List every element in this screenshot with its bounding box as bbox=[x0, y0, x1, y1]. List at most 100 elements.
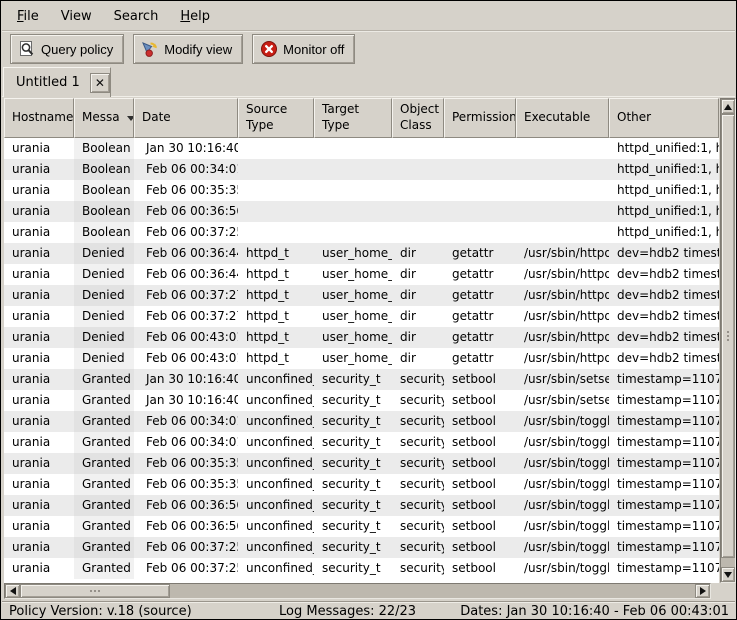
tab-label: Untitled 1 bbox=[16, 75, 80, 90]
cell-hostname: urania bbox=[4, 159, 74, 180]
cell-message: Granted bbox=[74, 453, 134, 474]
log-row[interactable]: urania Granted Feb 06 00:35:35 unconfine… bbox=[4, 453, 719, 474]
cell-date: Jan 30 10:16:40 bbox=[134, 138, 238, 159]
cell-target-type: security_t bbox=[314, 537, 392, 558]
cell-target-type: security_t bbox=[314, 369, 392, 390]
log-row[interactable]: urania Boolean Feb 06 00:35:35 httpd_uni… bbox=[4, 180, 719, 201]
cell-other: dev=hdb2 timesta bbox=[609, 306, 719, 327]
log-row[interactable]: urania Granted Feb 06 00:34:01 unconfine… bbox=[4, 411, 719, 432]
log-row[interactable]: urania Granted Jan 30 10:16:40 unconfine… bbox=[4, 390, 719, 411]
log-row[interactable]: urania Denied Feb 06 00:43:01 httpd_t us… bbox=[4, 348, 719, 369]
cell-other: timestamp=11076 bbox=[609, 495, 719, 516]
log-row[interactable]: urania Granted Feb 06 00:36:56 unconfine… bbox=[4, 495, 719, 516]
cell-hostname: urania bbox=[4, 243, 74, 264]
cell-permission: setbool bbox=[444, 453, 516, 474]
log-row[interactable]: urania Boolean Feb 06 00:34:01 httpd_uni… bbox=[4, 159, 719, 180]
cell-other: httpd_unified:1, h bbox=[609, 159, 719, 180]
cell-permission: setbool bbox=[444, 558, 516, 579]
query-policy-label: Query policy bbox=[41, 42, 113, 57]
modify-view-button[interactable]: Modify view bbox=[133, 34, 243, 64]
query-policy-button[interactable]: Query policy bbox=[10, 34, 124, 64]
cell-hostname: urania bbox=[4, 390, 74, 411]
cell-object-class: security bbox=[392, 516, 444, 537]
cell-other: httpd_unified:1, h bbox=[609, 201, 719, 222]
vertical-scrollbar-thumb[interactable] bbox=[721, 114, 735, 558]
log-row[interactable]: urania Denied Feb 06 00:37:27 httpd_t us… bbox=[4, 285, 719, 306]
cell-source-type: unconfined_ bbox=[238, 516, 314, 537]
log-row[interactable]: urania Denied Feb 06 00:37:27 httpd_t us… bbox=[4, 306, 719, 327]
cell-other: httpd_unified:1, h bbox=[609, 180, 719, 201]
column-header-permission[interactable]: Permission bbox=[444, 98, 516, 138]
cell-permission: setbool bbox=[444, 516, 516, 537]
scroll-right-button[interactable] bbox=[695, 584, 710, 598]
cell-executable: /usr/sbin/toggle bbox=[516, 453, 609, 474]
monitor-off-button[interactable]: Monitor off bbox=[252, 34, 355, 64]
log-row[interactable]: urania Granted Feb 06 00:36:56 unconfine… bbox=[4, 516, 719, 537]
cell-source-type bbox=[238, 159, 314, 180]
scroll-left-button[interactable] bbox=[5, 584, 20, 598]
cell-executable bbox=[516, 138, 609, 159]
cell-target-type: user_home_ bbox=[314, 327, 392, 348]
column-header-target-type[interactable]: Target Type bbox=[314, 98, 392, 138]
menu-search[interactable]: Search bbox=[105, 6, 168, 27]
column-header-object-class[interactable]: Object Class bbox=[392, 98, 444, 138]
log-row[interactable]: urania Boolean Feb 06 00:37:25 httpd_uni… bbox=[4, 222, 719, 243]
log-row[interactable]: urania Denied Feb 06 00:43:01 httpd_t us… bbox=[4, 327, 719, 348]
cell-source-type: httpd_t bbox=[238, 348, 314, 369]
cell-source-type: httpd_t bbox=[238, 285, 314, 306]
menu-view[interactable]: View bbox=[52, 6, 101, 27]
menu-file[interactable]: File bbox=[8, 6, 48, 27]
cell-hostname: urania bbox=[4, 222, 74, 243]
scroll-up-button[interactable] bbox=[721, 99, 735, 114]
cell-other: timestamp=11076 bbox=[609, 537, 719, 558]
cell-source-type: unconfined_ bbox=[238, 453, 314, 474]
log-row[interactable]: urania Denied Feb 06 00:36:44 httpd_t us… bbox=[4, 243, 719, 264]
cell-object-class bbox=[392, 180, 444, 201]
cell-permission bbox=[444, 222, 516, 243]
log-row[interactable]: urania Boolean Jan 30 10:16:40 httpd_uni… bbox=[4, 138, 719, 159]
cell-message: Denied bbox=[74, 306, 134, 327]
log-row[interactable]: urania Granted Feb 06 00:34:01 unconfine… bbox=[4, 432, 719, 453]
cell-executable: /usr/sbin/httpd bbox=[516, 348, 609, 369]
log-table-header: Hostname Messa Date Source Type Target T… bbox=[4, 98, 719, 138]
cell-object-class: security bbox=[392, 411, 444, 432]
log-row[interactable]: urania Granted Jan 30 10:16:40 unconfine… bbox=[4, 369, 719, 390]
cell-source-type: unconfined_ bbox=[238, 432, 314, 453]
cell-date: Feb 06 00:34:01 bbox=[134, 432, 238, 453]
column-header-hostname[interactable]: Hostname bbox=[4, 98, 74, 138]
cell-object-class: security bbox=[392, 558, 444, 579]
cell-date: Feb 06 00:34:01 bbox=[134, 159, 238, 180]
column-label: Target Type bbox=[322, 102, 387, 133]
column-header-message[interactable]: Messa bbox=[74, 98, 134, 138]
cell-permission: setbool bbox=[444, 537, 516, 558]
column-header-executable[interactable]: Executable bbox=[516, 98, 609, 138]
tab-untitled-1[interactable]: Untitled 1 ✕ bbox=[3, 67, 111, 97]
cell-date: Feb 06 00:36:44 bbox=[134, 243, 238, 264]
column-header-date[interactable]: Date bbox=[134, 98, 238, 138]
log-row[interactable]: urania Boolean Feb 06 00:36:56 httpd_uni… bbox=[4, 201, 719, 222]
column-label: Date bbox=[142, 110, 171, 126]
vertical-scrollbar[interactable] bbox=[720, 98, 736, 583]
cell-hostname: urania bbox=[4, 558, 74, 579]
cell-source-type: unconfined_ bbox=[238, 390, 314, 411]
log-row[interactable]: urania Denied Feb 06 00:36:44 httpd_t us… bbox=[4, 264, 719, 285]
cell-other: timestamp=11076 bbox=[609, 432, 719, 453]
cell-source-type: unconfined_ bbox=[238, 495, 314, 516]
cell-message: Granted bbox=[74, 558, 134, 579]
cell-target-type: user_home_ bbox=[314, 348, 392, 369]
cell-object-class: dir bbox=[392, 348, 444, 369]
menu-help[interactable]: Help bbox=[171, 6, 219, 27]
cell-date: Feb 06 00:36:56 bbox=[134, 201, 238, 222]
log-row[interactable]: urania Granted Feb 06 00:35:35 unconfine… bbox=[4, 474, 719, 495]
horizontal-scrollbar-thumb[interactable] bbox=[20, 584, 170, 598]
monitor-off-label: Monitor off bbox=[283, 42, 344, 57]
tab-close-button[interactable]: ✕ bbox=[90, 73, 110, 93]
column-header-other[interactable]: Other bbox=[609, 98, 719, 138]
column-header-source-type[interactable]: Source Type bbox=[238, 98, 314, 138]
cell-object-class bbox=[392, 138, 444, 159]
cell-hostname: urania bbox=[4, 495, 74, 516]
scroll-down-button[interactable] bbox=[721, 567, 735, 582]
horizontal-scrollbar[interactable] bbox=[4, 583, 711, 599]
log-row[interactable]: urania Granted Feb 06 00:37:25 unconfine… bbox=[4, 558, 719, 579]
log-row[interactable]: urania Granted Feb 06 00:37:25 unconfine… bbox=[4, 537, 719, 558]
